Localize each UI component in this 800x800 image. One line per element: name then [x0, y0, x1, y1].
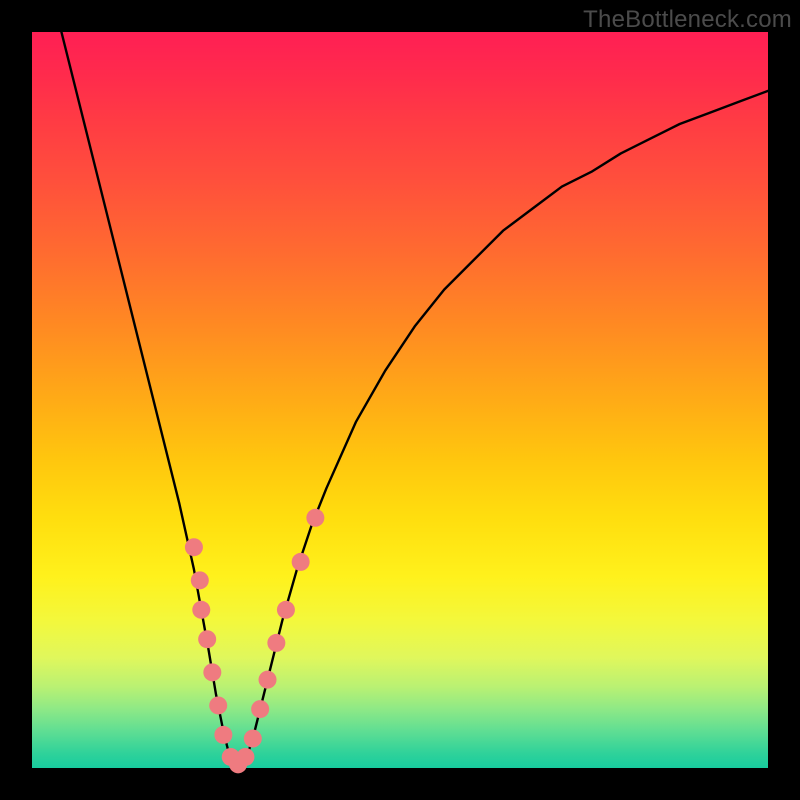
- scatter-point: [251, 700, 269, 718]
- scatter-point: [267, 634, 285, 652]
- curve-svg: [32, 32, 768, 768]
- watermark-text: TheBottleneck.com: [583, 6, 792, 34]
- scatter-point: [292, 553, 310, 571]
- scatter-point: [214, 726, 232, 744]
- scatter-point: [192, 601, 210, 619]
- scatter-point: [236, 748, 254, 766]
- scatter-point: [191, 571, 209, 589]
- scatter-point: [209, 696, 227, 714]
- scatter-point: [198, 630, 216, 648]
- plot-area: [32, 32, 768, 768]
- scatter-point: [259, 671, 277, 689]
- chart-frame: TheBottleneck.com: [0, 0, 800, 800]
- scatter-point: [244, 730, 262, 748]
- scatter-point: [203, 663, 221, 681]
- scatter-point: [185, 538, 203, 556]
- bottleneck-curve: [61, 32, 768, 768]
- scatter-point: [277, 601, 295, 619]
- scatter-point: [306, 509, 324, 527]
